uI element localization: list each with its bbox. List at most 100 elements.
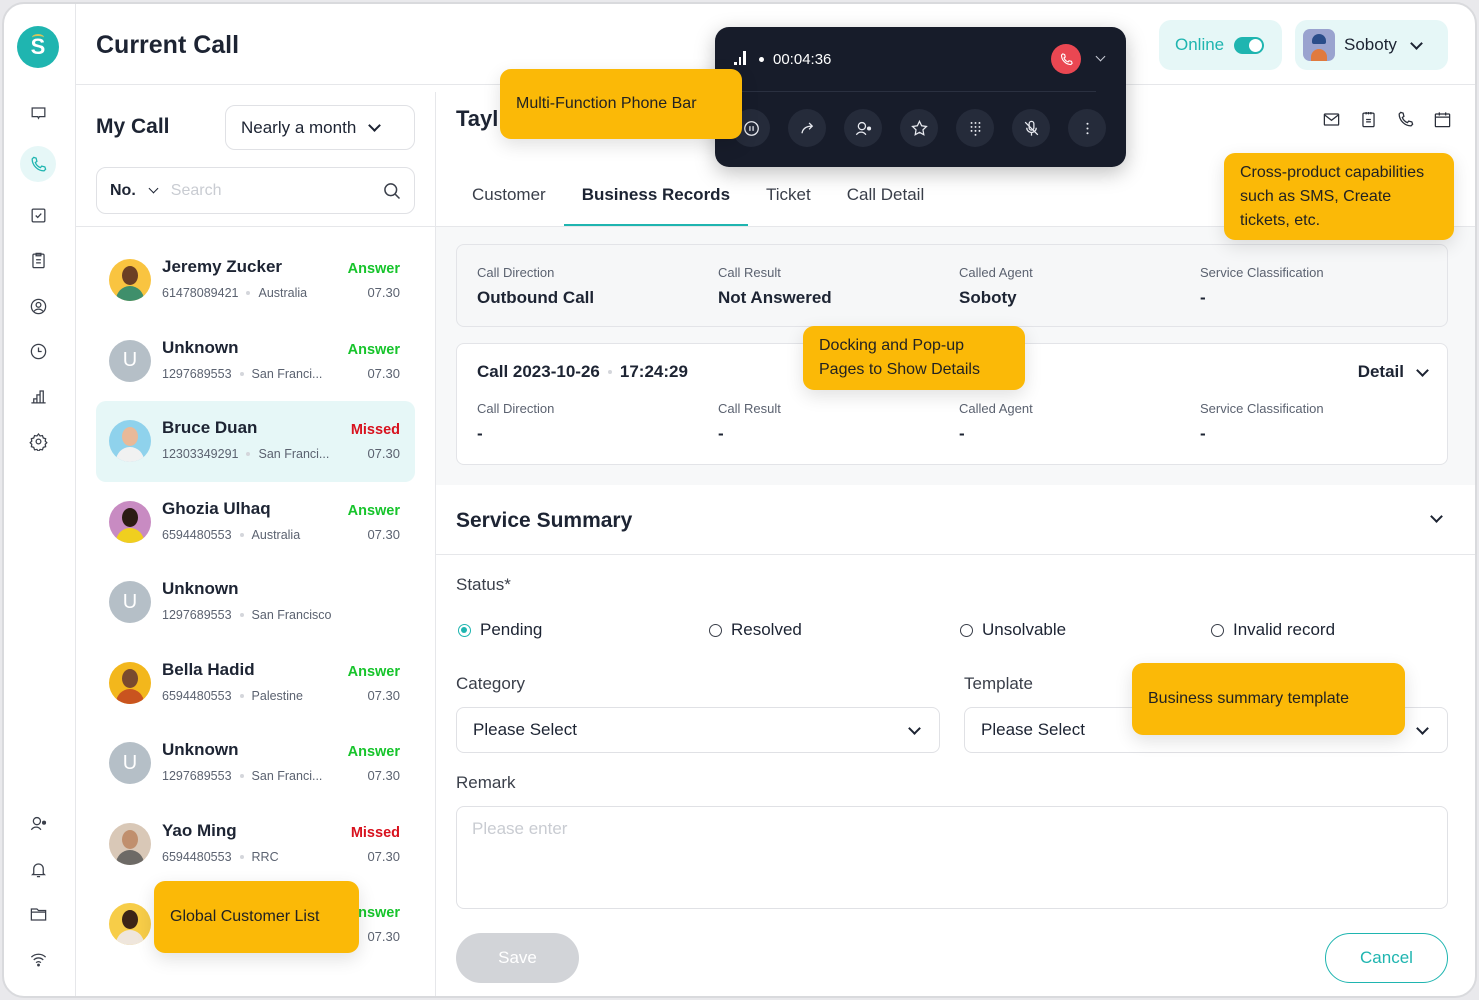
status-radio-pending[interactable]: Pending	[458, 620, 542, 640]
avatar	[109, 500, 151, 543]
call-list-item[interactable]: Bella Hadid 6594480553 Palestine Answer 07.3…	[96, 643, 415, 724]
online-status-label: Online	[1175, 35, 1225, 54]
radio-circle[interactable]	[458, 623, 471, 637]
dialpad-icon[interactable]	[956, 109, 994, 147]
call-list-item[interactable]: Yao Ming 6594480553 RRC Missed 07.30	[96, 804, 415, 885]
call-status-badge: Answer	[347, 341, 400, 358]
status-radio-resolved[interactable]: Resolved	[709, 620, 802, 640]
phone-bar-divider	[734, 91, 1096, 92]
caller-number: 1297689553	[162, 366, 232, 381]
call-status-badge: Missed	[350, 422, 400, 438]
call-list-item[interactable]: Ghozia Ulhaq 6594480553 Australia Answer 07.…	[96, 482, 415, 563]
radio-circle[interactable]	[960, 623, 973, 637]
tab-business-records[interactable]: Business Records	[563, 169, 749, 226]
customer-name: Tayl	[456, 106, 499, 131]
caller-location: San Franci...	[251, 769, 323, 783]
call-list-item[interactable]: U Unknown 1297689553 San Franci... Answer 07.…	[96, 723, 415, 804]
status-radio-invalid-record[interactable]: Invalid record	[1211, 620, 1335, 640]
phone-icon[interactable]	[1394, 108, 1416, 130]
caller-meta: 6594480553 Australia	[162, 528, 300, 542]
avatar	[109, 903, 151, 945]
remark-textarea[interactable]	[456, 806, 1448, 909]
chevron-down-icon	[1416, 363, 1429, 377]
history-clock-icon[interactable]	[23, 336, 53, 366]
wifi-icon[interactable]	[23, 944, 53, 974]
caller-number: 6594480553	[162, 849, 232, 864]
call-status-badge: Answer	[347, 502, 400, 519]
search-input[interactable]	[170, 181, 371, 200]
caller-meta: 61478089421 Australia	[162, 286, 307, 300]
phone-bar-collapse-icon[interactable]	[1095, 51, 1106, 62]
ticket-note-icon[interactable]	[1357, 108, 1379, 130]
task-check-icon[interactable]	[23, 200, 53, 230]
call-time: 07.30	[367, 285, 400, 300]
phone-icon[interactable]	[20, 146, 56, 182]
contact-icon[interactable]	[23, 291, 53, 321]
my-call-title: My Call	[96, 115, 170, 138]
call-list-item[interactable]: U Unknown 1297689553 San Franci... Answer 07.…	[96, 321, 415, 402]
meta-separator	[239, 774, 244, 778]
phone-bar-actions	[732, 109, 1106, 147]
online-status-toggle[interactable]: Online	[1159, 20, 1282, 70]
cancel-button[interactable]: Cancel	[1325, 933, 1448, 983]
service-summary-title: Service Summary	[456, 509, 633, 532]
stats-chart-icon[interactable]	[23, 381, 53, 411]
mail-icon[interactable]	[1320, 108, 1342, 130]
star-favorite-icon[interactable]	[900, 109, 938, 147]
more-vertical-icon[interactable]	[1068, 109, 1106, 147]
search-icon[interactable]	[382, 181, 402, 201]
record-field-value: Soboty	[959, 288, 1017, 307]
bell-icon[interactable]	[23, 854, 53, 884]
caller-location: San Francisco	[251, 608, 332, 622]
caller-name: Bella Hadid	[162, 659, 255, 679]
detail-toggle-button[interactable]: Detail	[1358, 362, 1429, 382]
folder-icon[interactable]	[23, 899, 53, 929]
transfer-forward-icon[interactable]	[788, 109, 826, 147]
call-list-item[interactable]: U Unknown 1297689553 San Francisco	[96, 562, 415, 643]
caller-meta: 1297689553 San Franci...	[162, 367, 322, 381]
add-participant-icon[interactable]	[844, 109, 882, 147]
radio-label: Invalid record	[1233, 620, 1336, 639]
tab-ticket[interactable]: Ticket	[748, 169, 829, 226]
calendar-icon[interactable]	[1431, 108, 1453, 130]
template-label: Template	[964, 674, 1033, 693]
tab-call-detail[interactable]: Call Detail	[829, 169, 942, 226]
hangup-button[interactable]	[1051, 44, 1081, 74]
caller-location: Australia	[258, 286, 308, 300]
save-button[interactable]: Save	[456, 933, 579, 983]
caller-location: Australia	[251, 527, 301, 542]
caller-name: Bruce Duan	[162, 418, 258, 437]
category-select[interactable]: Please Select	[456, 707, 940, 753]
meta-separator	[246, 452, 251, 456]
call-list-item[interactable]: Bruce Duan 12303349291 San Franci... Missed…	[96, 401, 415, 482]
signal-strength-icon	[734, 51, 746, 65]
status-toggle-switch[interactable]	[1234, 36, 1265, 54]
add-user-icon[interactable]	[23, 808, 53, 838]
record-field-label: Called Agent	[959, 401, 1033, 416]
meta-separator	[239, 613, 244, 617]
chat-icon[interactable]	[23, 98, 53, 128]
radio-circle[interactable]	[709, 623, 722, 637]
mute-mic-icon[interactable]	[1012, 109, 1050, 147]
avatar: U	[109, 339, 151, 382]
app-logo[interactable]: S	[17, 26, 59, 68]
user-menu[interactable]: Soboty	[1295, 20, 1448, 70]
meta-separator	[246, 291, 251, 295]
status-radio-unsolvable[interactable]: Unsolvable	[960, 620, 1066, 640]
clipboard-icon[interactable]	[23, 245, 53, 275]
settings-gear-icon[interactable]	[23, 426, 53, 456]
caller-number: 6594480553	[162, 527, 232, 542]
call-list-item[interactable]: Jeremy Zucker 61478089421 Australia Answer 0…	[96, 240, 415, 321]
tab-customer[interactable]: Customer	[454, 169, 564, 226]
search-type-select[interactable]: No.	[110, 182, 136, 200]
meta-separator	[239, 854, 244, 859]
record-field-value: -	[718, 424, 724, 443]
radio-circle[interactable]	[1211, 623, 1224, 637]
record-field: Call Direction Outbound Call	[477, 265, 717, 308]
record-date: Call 2023-10-26	[477, 362, 600, 381]
collapse-chevron-icon[interactable]	[1430, 510, 1443, 523]
period-select[interactable]: Nearly a month	[225, 105, 415, 150]
call-time: 07.30	[367, 446, 400, 461]
call-time: 07.30	[367, 848, 400, 864]
page-title: Current Call	[96, 31, 240, 59]
